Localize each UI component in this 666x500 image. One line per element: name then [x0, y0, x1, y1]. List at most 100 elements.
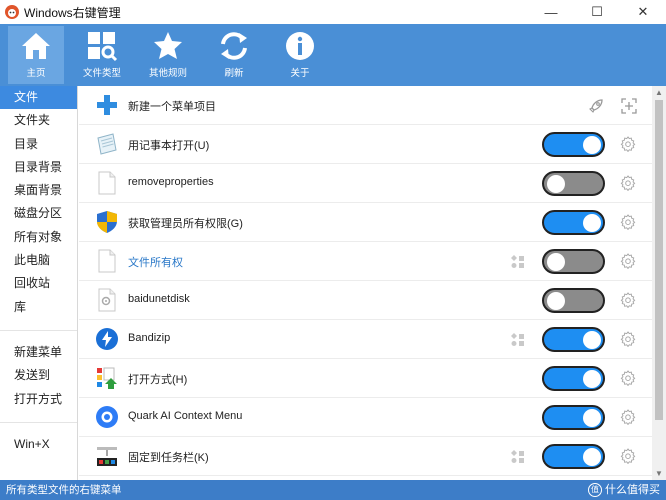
menu-item-row[interactable]: 固定到任务栏(K)	[79, 437, 652, 476]
sidebar-item[interactable]: 回收站	[0, 272, 77, 295]
notepad-icon	[95, 132, 119, 156]
sidebar-item[interactable]: 目录背景	[0, 156, 77, 179]
sidebar-item[interactable]: 目录	[0, 133, 77, 156]
menu-item-label: 用记事本打开(U)	[128, 140, 210, 152]
toolbar-label: 文件类型	[82, 68, 121, 79]
quark-icon	[95, 405, 119, 429]
menu-item-label: 文件所有权	[128, 257, 183, 269]
toolbar-label: 主页	[26, 68, 46, 79]
toggle-knob	[583, 214, 601, 232]
gear-icon[interactable]	[620, 409, 636, 426]
bandizip-icon	[95, 327, 119, 351]
toggle-knob	[583, 331, 601, 349]
refresh-icon	[221, 32, 247, 60]
shape-tiles-icon	[510, 449, 526, 465]
gear-icon[interactable]	[620, 253, 636, 270]
shape-tiles-icon	[510, 254, 526, 270]
enable-toggle[interactable]	[542, 405, 605, 430]
watermark-text: 什么值得买	[605, 484, 660, 496]
uac-shield-icon	[95, 210, 119, 234]
menu-item-row[interactable]: Quark AI Context Menu	[79, 398, 652, 437]
watermark: 值 什么值得买	[588, 480, 660, 500]
menu-item-row[interactable]: 文件所有权	[79, 242, 652, 281]
main-toolbar: 主页 文件类型 其他规则 刷新 关于	[0, 24, 666, 86]
sidebar: 文件 文件夹 目录 目录背景 桌面背景 磁盘分区 所有对象 此电脑 回收站库新建菜单 发送到 打开方…	[0, 86, 78, 480]
enable-toggle[interactable]	[542, 366, 605, 391]
watermark-logo-icon: 值	[588, 483, 602, 497]
menu-item-label: Quark AI Context Menu	[128, 410, 243, 422]
window-controls: — ☐ ✕	[528, 0, 666, 24]
vertical-scrollbar[interactable]: ▲ ▼	[652, 86, 666, 480]
enable-toggle[interactable]	[542, 249, 605, 274]
sidebar-item[interactable]: 所有对象	[0, 226, 77, 249]
blank-file-icon	[95, 171, 119, 195]
gear-icon[interactable]	[620, 214, 636, 231]
home-icon	[22, 33, 50, 59]
menu-item-row[interactable]: removeproperties	[79, 164, 652, 203]
menu-item-label: 打开方式(H)	[128, 374, 188, 386]
menu-item-row[interactable]: 用记事本打开(U)	[79, 125, 652, 164]
gear-icon[interactable]	[620, 292, 636, 309]
sidebar-item[interactable]: 新建菜单	[0, 341, 77, 364]
enable-toggle[interactable]	[542, 327, 605, 352]
menu-item-list: 新建一个菜单项目 用记事本打开(U) removeproperties 获取管理员所…	[79, 86, 652, 480]
maximize-button[interactable]: ☐	[574, 0, 620, 24]
sidebar-item[interactable]: 库	[0, 296, 77, 319]
gear-icon[interactable]	[620, 370, 636, 387]
gear-icon[interactable]	[620, 136, 636, 153]
shape-tiles-icon	[510, 332, 526, 348]
sidebar-item[interactable]: 此电脑	[0, 249, 77, 272]
toggle-knob	[583, 370, 601, 388]
status-text: 所有类型文件的右键菜单	[6, 484, 122, 496]
gear-icon[interactable]	[620, 448, 636, 465]
menu-item-row[interactable]: baidunetdisk	[79, 281, 652, 320]
minimize-button[interactable]: —	[528, 0, 574, 24]
menu-item-label: 获取管理员所有权限(G)	[128, 218, 243, 230]
gear-icon[interactable]	[620, 331, 636, 348]
blank-file-icon	[95, 249, 119, 273]
toggle-knob	[583, 448, 601, 466]
add-target-icon[interactable]	[620, 97, 638, 115]
sidebar-item[interactable]: Win+X	[0, 433, 77, 456]
open-with-icon	[95, 366, 119, 390]
enable-toggle[interactable]	[542, 171, 605, 196]
gear-icon[interactable]	[620, 175, 636, 192]
sidebar-item[interactable]: 磁盘分区	[0, 202, 77, 225]
menu-item-row[interactable]: 获取管理员所有权限(G)	[79, 203, 652, 242]
sidebar-item[interactable]: 桌面背景	[0, 179, 77, 202]
toolbar-home-button[interactable]: 主页	[8, 26, 64, 84]
rocket-icon[interactable]	[587, 97, 605, 115]
status-bar: 所有类型文件的右键菜单 值 什么值得买	[0, 480, 666, 500]
menu-item-label: baidunetdisk	[128, 293, 190, 305]
menu-item-row[interactable]: Bandizip	[79, 320, 652, 359]
toolbar-refresh-button[interactable]: 刷新	[206, 26, 262, 84]
app-logo-icon	[5, 5, 19, 19]
menu-item-label: removeproperties	[128, 176, 214, 188]
enable-toggle[interactable]	[542, 210, 605, 235]
new-menu-item-row[interactable]: 新建一个菜单项目	[79, 86, 652, 125]
menu-item-row[interactable]: 打开方式(H)	[79, 359, 652, 398]
enable-toggle[interactable]	[542, 444, 605, 469]
scroll-thumb[interactable]	[655, 100, 663, 420]
close-button[interactable]: ✕	[620, 0, 666, 24]
sidebar-item[interactable]: 打开方式	[0, 388, 77, 411]
toolbar-about-button[interactable]: 关于	[272, 26, 328, 84]
toggle-knob	[583, 409, 601, 427]
scroll-up-arrow-icon[interactable]: ▲	[655, 88, 663, 97]
title-bar: Windows右键管理 — ☐ ✕	[0, 0, 666, 24]
toggle-knob	[547, 253, 565, 271]
enable-toggle[interactable]	[542, 132, 605, 157]
toolbar-other-rules-button[interactable]: 其他规则	[140, 26, 196, 84]
enable-toggle[interactable]	[542, 288, 605, 313]
scroll-down-arrow-icon[interactable]: ▼	[655, 469, 663, 478]
sidebar-item[interactable]: 文件	[0, 86, 77, 110]
window-title: Windows右键管理	[24, 5, 121, 20]
sidebar-item[interactable]: 文件夹	[0, 109, 77, 132]
sidebar-item[interactable]: 发送到	[0, 364, 77, 387]
sidebar-divider	[0, 329, 77, 331]
star-icon	[154, 32, 182, 59]
toolbar-label: 关于	[290, 68, 310, 79]
toolbar-file-types-button[interactable]: 文件类型	[74, 26, 130, 84]
gear-file-icon	[95, 288, 119, 312]
toggle-knob	[583, 136, 601, 154]
